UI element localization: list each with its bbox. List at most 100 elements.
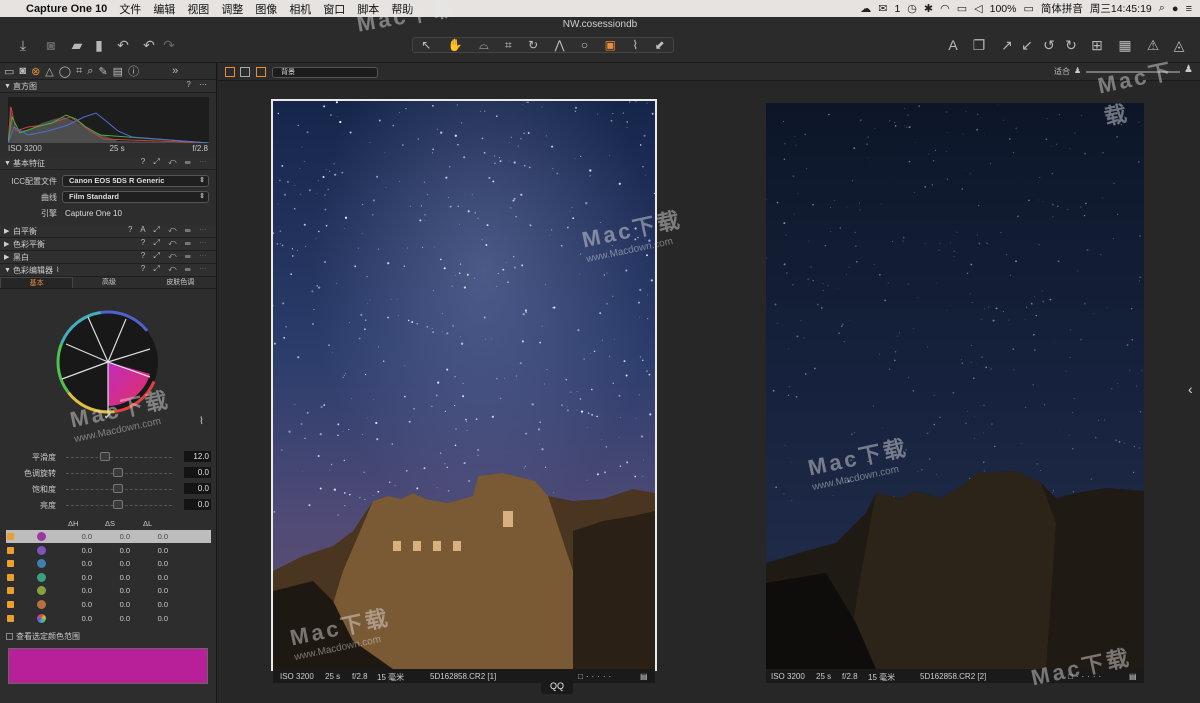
keystone-icon[interactable]: ⋀ bbox=[555, 38, 565, 52]
slider-value[interactable]: 0.0 bbox=[184, 499, 211, 510]
slider-value[interactable]: 0.0 bbox=[184, 483, 211, 494]
color-range-row[interactable]: 0.0 0.0 0.0 bbox=[6, 544, 211, 557]
spot-icon[interactable]: ○ bbox=[581, 38, 588, 52]
app-menu[interactable]: Capture One 10 bbox=[26, 3, 107, 15]
range-checkbox[interactable] bbox=[7, 601, 14, 608]
local-adjust-tab-icon[interactable]: ✎ bbox=[98, 65, 107, 78]
slider-knob[interactable] bbox=[113, 468, 123, 477]
color-range-row[interactable]: 0.0 0.0 0.0 bbox=[6, 530, 211, 543]
range-checkbox[interactable] bbox=[7, 614, 14, 622]
pan-icon[interactable]: ✋ bbox=[448, 38, 463, 52]
expand-arrow-icon[interactable]: ▶ bbox=[4, 240, 13, 248]
multi-view-icon[interactable] bbox=[225, 67, 235, 77]
color-balance-header[interactable]: ▶ 色彩平衡 ? ⤢ ↶ ☰ ⋯ bbox=[0, 238, 216, 251]
clock-icon[interactable]: ◷ bbox=[907, 2, 917, 15]
compare-icon[interactable]: ⊞ bbox=[1088, 37, 1106, 53]
select-cursor-icon[interactable]: ↖ bbox=[421, 38, 431, 52]
section-controls[interactable]: ? A ⤢ ↶ ☰ ⋯ bbox=[128, 225, 210, 235]
warning-icon[interactable]: ⚠ bbox=[1144, 37, 1162, 53]
search-icon[interactable]: ⌕ bbox=[1159, 2, 1165, 15]
reset-icon[interactable]: ↶ bbox=[114, 37, 132, 53]
picker-icon[interactable]: ⌇ bbox=[56, 266, 59, 274]
capture-icon[interactable]: ◙ bbox=[42, 37, 60, 53]
filmstrip-icon[interactable]: ▤ bbox=[1129, 672, 1137, 681]
section-controls[interactable]: ? ⤢ ↶ ☰ ⋯ bbox=[141, 238, 210, 248]
tab-advanced[interactable]: 高级 bbox=[73, 277, 144, 288]
histogram-header[interactable]: ▼ 直方图 ? ⋯ bbox=[0, 80, 216, 93]
photo-primary[interactable] bbox=[271, 99, 657, 671]
show-range-checkbox[interactable]: 查看选定颜色范围 bbox=[6, 631, 80, 642]
trash-icon[interactable]: ▮ bbox=[90, 37, 108, 53]
color-range-row[interactable]: 0.0 0.0 0.0 bbox=[6, 584, 211, 597]
collapse-arrow-icon[interactable]: ▼ bbox=[4, 160, 13, 167]
hue-rotation-slider[interactable]: 色调旋转 0.0 bbox=[0, 466, 217, 480]
expand-arrow-icon[interactable]: ▶ bbox=[4, 253, 13, 261]
bluetooth-icon[interactable]: ✱ bbox=[924, 2, 933, 15]
photo-secondary[interactable] bbox=[766, 103, 1144, 669]
curve-select[interactable]: Film Standard bbox=[62, 191, 209, 203]
rotate-icon[interactable]: ↻ bbox=[528, 38, 538, 52]
range-checkbox[interactable] bbox=[7, 560, 14, 568]
capture-tab-icon[interactable]: ◙ bbox=[19, 65, 26, 77]
rotate-left-icon[interactable]: ↺ bbox=[1040, 37, 1058, 53]
loupe-icon[interactable]: ⌓ bbox=[479, 38, 489, 53]
menu-file[interactable]: 文件 bbox=[119, 1, 141, 17]
picker-icon[interactable]: ⌇ bbox=[632, 38, 638, 52]
exposure-tab-icon[interactable]: △ bbox=[45, 65, 53, 78]
copy-apply-icon[interactable]: ⬋ bbox=[655, 38, 665, 52]
wifi-icon[interactable]: ◠ bbox=[940, 2, 950, 15]
bw-header[interactable]: ▶ 黑白 ? ⤢ ↶ ☰ ⋯ bbox=[0, 251, 216, 264]
rating-dots[interactable]: □····· bbox=[578, 672, 614, 681]
basic-header[interactable]: ▼ 基本特征 ? ⤢ ↶ ☰ ⋯ bbox=[0, 157, 216, 170]
menu-list-icon[interactable]: ≡ bbox=[1186, 3, 1192, 15]
menu-image[interactable]: 图像 bbox=[255, 1, 277, 17]
color-tab-icon[interactable]: ⊗ bbox=[31, 65, 40, 78]
apply-adjust-icon[interactable]: ↙ bbox=[1018, 37, 1036, 53]
mask-icon[interactable]: ▣ bbox=[605, 38, 616, 52]
range-checkbox[interactable] bbox=[7, 546, 14, 554]
smoothness-slider[interactable]: 平滑度 12.0 bbox=[0, 450, 217, 464]
menu-edit[interactable]: 编辑 bbox=[153, 1, 175, 17]
color-range-row[interactable]: 0.0 0.0 0.0 bbox=[6, 557, 211, 570]
redo-icon[interactable]: ↷ bbox=[160, 37, 178, 53]
airplay-icon[interactable]: ▭ bbox=[957, 2, 967, 15]
range-checkbox[interactable] bbox=[7, 573, 14, 581]
single-view-icon[interactable] bbox=[240, 67, 250, 77]
qq-badge[interactable]: QQ bbox=[541, 678, 573, 694]
stack-icon[interactable]: ❐ bbox=[970, 37, 988, 53]
zoom-fit-label[interactable]: 适合 bbox=[1054, 66, 1070, 77]
color-range-row[interactable]: 0.0 0.0 0.0 bbox=[6, 598, 211, 611]
crop-icon[interactable]: ⌗ bbox=[505, 38, 512, 53]
text-icon[interactable]: A bbox=[944, 37, 962, 53]
folder-star-icon[interactable]: ▰ bbox=[68, 37, 86, 53]
collapse-arrow-icon[interactable]: ▼ bbox=[4, 267, 13, 274]
menu-adjust[interactable]: 调整 bbox=[221, 1, 243, 17]
menu-camera[interactable]: 相机 bbox=[289, 1, 311, 17]
white-balance-header[interactable]: ▶ 白平衡 ? A ⤢ ↶ ☰ ⋯ bbox=[0, 225, 216, 238]
saturation-slider[interactable]: 饱和度 0.0 bbox=[0, 482, 217, 496]
more-tabs-icon[interactable]: » bbox=[172, 65, 178, 77]
menu-window[interactable]: 窗口 bbox=[323, 1, 345, 17]
checkbox-box[interactable] bbox=[6, 633, 13, 640]
icc-select[interactable]: Canon EOS 5DS R Generic bbox=[62, 175, 209, 187]
metadata-tab-icon[interactable]: ⓘ bbox=[128, 63, 139, 79]
slider-knob[interactable] bbox=[113, 500, 123, 509]
slider-value[interactable]: 12.0 bbox=[184, 451, 211, 462]
section-controls[interactable]: ? ⋯ bbox=[186, 80, 210, 89]
tab-skin-tone[interactable]: 皮肤色调 bbox=[145, 277, 216, 288]
adjustments-tab-icon[interactable]: ▤ bbox=[113, 65, 123, 78]
range-checkbox[interactable] bbox=[7, 533, 14, 540]
slider-track[interactable] bbox=[66, 457, 172, 458]
input-method[interactable]: 简体拼音 bbox=[1041, 1, 1083, 16]
panel-toggle-arrow-icon[interactable]: ‹ bbox=[1188, 381, 1193, 397]
slider-value[interactable]: 0.0 bbox=[184, 467, 211, 478]
person-icon[interactable]: ♟ bbox=[1074, 66, 1081, 75]
crop-tab-icon[interactable]: ⌗ bbox=[76, 65, 82, 78]
undo-icon[interactable]: ↶ bbox=[140, 37, 158, 53]
lens-tab-icon[interactable]: ◯ bbox=[59, 65, 71, 78]
color-editor-header[interactable]: ▼ 色彩编辑器 ⌇ ? ⤢ ↶ ☰ ⋯ bbox=[0, 264, 216, 277]
section-controls[interactable]: ? ⤢ ↶ ☰ ⋯ bbox=[141, 157, 210, 167]
color-range-row[interactable]: 0.0 0.0 0.0 bbox=[6, 612, 211, 625]
tab-basic[interactable]: 基本 bbox=[0, 277, 74, 288]
background-select[interactable]: 背景 bbox=[272, 67, 378, 78]
